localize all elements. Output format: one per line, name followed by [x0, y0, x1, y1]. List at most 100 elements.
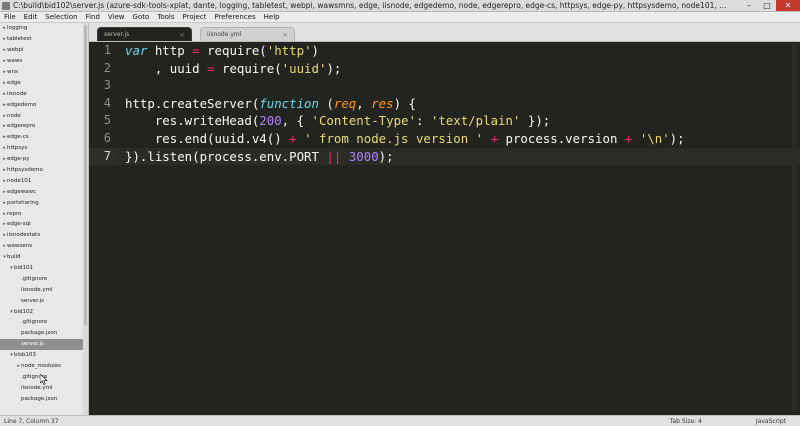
menu-view[interactable]: View — [104, 13, 129, 21]
code-token: }); — [520, 113, 551, 129]
menu-help[interactable]: Help — [260, 13, 284, 21]
sidebar-file-tree: ▸ logging ▸ tabletest ▸ webpi ▸ waws ▸ wns ▸ edge ▸ i… — [0, 23, 89, 415]
tree-item-label: package.json — [21, 395, 58, 402]
folder-item[interactable]: ▸ httpsysdemo — [0, 165, 88, 176]
file-item[interactable]: iisnode.yml — [0, 284, 88, 295]
tree-item-label: iisnodestats — [7, 232, 41, 239]
menu-selection[interactable]: Selection — [41, 13, 81, 21]
folder-item[interactable]: ▸ edgewawc — [0, 186, 88, 197]
file-item[interactable]: .gitignore — [0, 317, 88, 328]
editor-scrollbar[interactable] — [792, 44, 797, 412]
code-token: function — [259, 95, 319, 111]
syntax-indicator[interactable]: JavaScript — [756, 418, 786, 425]
code-token: + — [289, 130, 297, 146]
tree-item-label: bisb103 — [14, 352, 36, 359]
tree-item-label: httpsysdemo — [7, 167, 43, 174]
tree-item-label: iisnode.yml — [21, 286, 53, 293]
tree-item-label: iisnode.yml — [21, 384, 53, 391]
folder-item[interactable]: ▸ repro — [0, 208, 88, 219]
code-token: ); — [669, 130, 685, 146]
code-content[interactable]: var http = require('http') , uuid = requ… — [125, 42, 685, 165]
code-token: = — [192, 43, 200, 58]
file-item[interactable]: server.js — [0, 295, 88, 306]
tree-item-label: package.json — [21, 330, 58, 337]
folder-item[interactable]: ▾ bisb103 — [0, 350, 88, 361]
sidebar-scrollbar[interactable] — [83, 23, 88, 415]
file-item[interactable]: package.json — [0, 328, 88, 339]
window-controls: – □ ✕ — [740, 0, 800, 11]
folder-item[interactable]: ▸ webpi — [0, 45, 88, 56]
sidebar-scroll-thumb[interactable] — [84, 25, 87, 325]
folder-item[interactable]: ▸ edgedemo — [0, 99, 88, 110]
menu-goto[interactable]: Goto — [129, 13, 154, 21]
tab-close-icon[interactable]: × — [179, 31, 185, 39]
folder-item[interactable]: ▸ tabletest — [0, 34, 88, 45]
code-line: res.end(uuid.v4() + ' from node.js versi… — [125, 130, 685, 148]
code-line: ​ — [125, 77, 685, 95]
tree-item-label: build — [7, 254, 21, 261]
tree-item-label: bid102 — [14, 308, 34, 315]
menu-file[interactable]: File — [0, 13, 20, 21]
code-token: 'text/plain' — [430, 113, 521, 129]
code-token: , uuid — [125, 60, 208, 76]
file-item[interactable]: .gitignore — [0, 273, 88, 284]
close-button[interactable]: ✕ — [776, 0, 800, 11]
folder-item[interactable]: ▾ build — [0, 252, 88, 263]
file-item[interactable]: package.json — [0, 393, 88, 404]
folder-item[interactable]: ▸ iisnodestats — [0, 230, 88, 241]
file-item[interactable]: server.js — [0, 338, 88, 350]
tab-server-js[interactable]: server.js × — [97, 27, 192, 41]
tree-item-label: .gitignore — [21, 275, 48, 282]
code-line: , uuid = require('uuid'); — [125, 60, 685, 78]
folder-item[interactable]: ▸ node — [0, 110, 88, 121]
title-bar: C:\build\bid102\server.js (azure-sdk-too… — [0, 0, 800, 12]
folder-item[interactable]: ▸ node101 — [0, 175, 88, 186]
folder-item[interactable]: ▸ edge — [0, 77, 88, 88]
folder-item[interactable]: ▸ edgerepro — [0, 121, 88, 132]
tree-item-label: wns — [7, 69, 18, 75]
tab-close-icon[interactable]: × — [282, 31, 288, 39]
folder-item[interactable]: ▸ edge-py — [0, 154, 88, 165]
folder-item[interactable]: ▸ logging — [0, 23, 88, 34]
folder-item[interactable]: ▸ iisnode — [0, 88, 88, 99]
folder-item[interactable]: ▸ wawsenv — [0, 241, 88, 252]
menu-edit[interactable]: Edit — [20, 13, 42, 21]
maximize-button[interactable]: □ — [758, 0, 776, 11]
menu-project[interactable]: Project — [179, 13, 211, 21]
folder-item[interactable]: ▸ httpsys — [0, 143, 88, 154]
tab-iisnode-yml[interactable]: iisnode.yml × — [200, 27, 295, 41]
editor-window: C:\build\bid102\server.js (azure-sdk-too… — [0, 0, 800, 426]
tree-item-label: node101 — [7, 177, 32, 184]
minimize-button[interactable]: – — [740, 0, 758, 11]
code-token: ( — [318, 95, 334, 111]
folder-item[interactable]: ▸ node_modules — [0, 361, 88, 372]
folder-item[interactable]: ▸ wns — [0, 67, 88, 78]
code-token: ) { — [393, 95, 416, 111]
folder-item[interactable]: ▸ waws — [0, 56, 88, 67]
code-token: ); — [378, 148, 394, 164]
code-token: require( — [214, 60, 282, 76]
menu-preferences[interactable]: Preferences — [210, 13, 259, 21]
line-number: 7 — [89, 147, 115, 166]
tab-label: server.js — [104, 31, 130, 38]
tree-item-label: webpi — [7, 47, 24, 54]
folder-item[interactable]: ▾ bid101 — [0, 263, 88, 274]
folder-item[interactable]: ▾ bid102 — [0, 306, 88, 317]
code-line: var http = require('http') — [125, 42, 685, 60]
code-token: , — [356, 95, 372, 111]
tree-item-label: bid101 — [14, 265, 34, 272]
folder-item[interactable]: ▸ portsharing — [0, 197, 88, 208]
tree-item-label: edgedemo — [7, 101, 37, 108]
menu-find[interactable]: Find — [82, 13, 104, 21]
code-token: + — [490, 130, 499, 146]
code-editor[interactable]: 1234567 var http = require('http') , uui… — [89, 42, 800, 415]
tree-item-label: repro — [7, 210, 22, 217]
code-token: res.end(uuid.v4() — [125, 130, 290, 146]
menu-tools[interactable]: Tools — [153, 13, 178, 21]
folder-item[interactable]: ▸ edge-cs — [0, 132, 88, 143]
line-number: 6 — [103, 130, 111, 145]
tab-size-indicator[interactable]: Tab Size: 4 — [670, 418, 702, 425]
tree-item-label: node_modules — [21, 363, 61, 370]
folder-item[interactable]: ▸ edge-sql — [0, 219, 88, 230]
